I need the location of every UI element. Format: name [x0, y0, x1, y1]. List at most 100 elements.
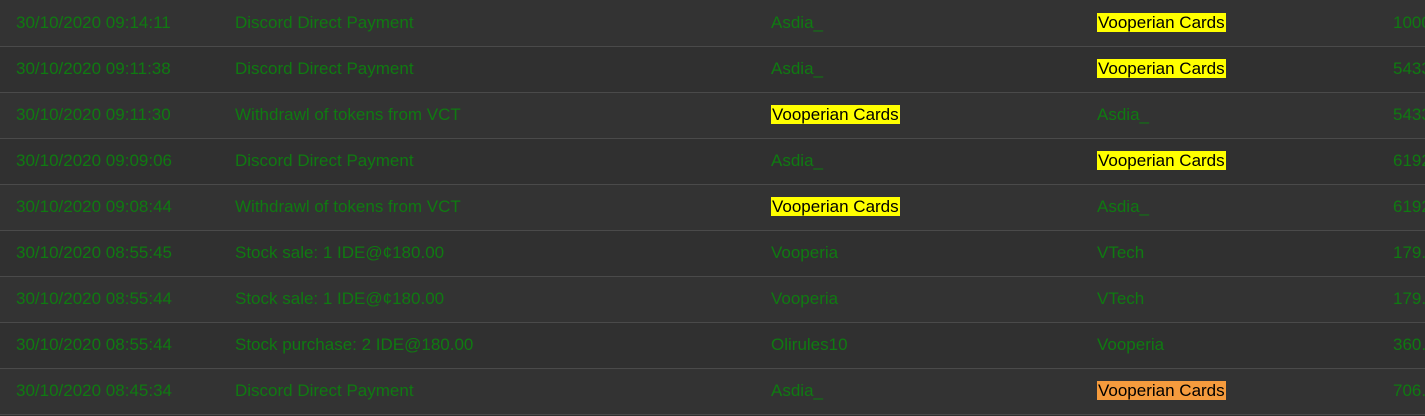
transaction-recipient-cell: Vooperian Cards — [1081, 368, 1379, 414]
transaction-description: Discord Direct Payment — [235, 12, 414, 32]
transaction-recipient: Vooperia — [1097, 335, 1165, 354]
transaction-description-cell: Stock purchase: 2 IDE@180.00 — [221, 322, 755, 368]
transaction-amount: 360.0 — [1393, 335, 1425, 354]
transaction-description: Withdrawl of tokens from VCT — [235, 197, 461, 216]
transaction-recipient: Vooperian Cards — [1097, 151, 1226, 170]
transaction-recipient-cell: VTech — [1081, 276, 1379, 322]
transaction-description-cell: Stock sale: 1 IDE@¢180.00 — [221, 276, 755, 322]
transaction-timestamp: 30/10/2020 09:14:11 — [16, 12, 171, 32]
transaction-description: Discord Direct Payment — [235, 151, 414, 170]
transaction-timestamp-cell: 30/10/2020 09:11:30 — [0, 92, 221, 138]
transaction-amount: 54333.0 — [1393, 59, 1425, 78]
transaction-description: Stock sale: 1 IDE@¢180.00 — [235, 289, 445, 308]
transaction-timestamp: 30/10/2020 08:55:44 — [16, 289, 172, 308]
transaction-sender: Asdia_ — [771, 151, 823, 170]
transaction-description-cell: Discord Direct Payment — [221, 46, 755, 92]
transaction-amount: 706.0 — [1393, 381, 1425, 400]
transaction-timestamp-cell: 30/10/2020 09:08:44 — [0, 184, 221, 230]
transaction-timestamp: 30/10/2020 08:55:45 — [16, 243, 172, 262]
transaction-timestamp-cell: 30/10/2020 08:55:44 — [0, 276, 221, 322]
transaction-recipient: Asdia_ — [1097, 197, 1149, 216]
transaction-sender: Vooperia — [771, 243, 839, 262]
transaction-amount-cell: 54333.0 — [1379, 46, 1425, 92]
transaction-sender-cell: Vooperia — [755, 230, 1081, 276]
transaction-recipient: Vooperian Cards — [1097, 381, 1226, 400]
transaction-amount: 6192.0 — [1393, 151, 1425, 170]
transaction-description: Withdrawl of tokens from VCT — [235, 105, 461, 124]
transaction-sender-cell: Asdia_ — [755, 46, 1081, 92]
transaction-timestamp: 30/10/2020 09:08:44 — [16, 197, 172, 216]
transaction-row[interactable]: 30/10/2020 09:09:06 Discord Direct Paymen… — [0, 138, 1425, 184]
transaction-timestamp: 30/10/2020 09:11:30 — [16, 105, 171, 124]
transaction-description: Stock sale: 1 IDE@¢180.00 — [235, 243, 445, 262]
transaction-timestamp-cell: 30/10/2020 09:09:06 — [0, 138, 221, 184]
transaction-sender-cell: Vooperia — [755, 276, 1081, 322]
transaction-timestamp: 30/10/2020 09:11:38 — [16, 59, 171, 78]
transaction-recipient-cell: Vooperia — [1081, 322, 1379, 368]
transaction-sender: Asdia_ — [771, 59, 823, 78]
transaction-row[interactable]: 30/10/2020 09:14:11 Discord Direct Paymen… — [0, 0, 1425, 46]
transaction-sender: Asdia_ — [771, 381, 823, 400]
transaction-amount-cell: 179.82 — [1379, 230, 1425, 276]
transaction-recipient-cell: Vooperian Cards — [1081, 0, 1379, 46]
transactions-table: 30/10/2020 09:14:11 Discord Direct Paymen… — [0, 0, 1425, 415]
transaction-row[interactable]: 30/10/2020 08:45:34 Discord Direct Paymen… — [0, 368, 1425, 414]
transaction-timestamp: 30/10/2020 09:09:06 — [16, 151, 172, 170]
transaction-recipient: VTech — [1097, 289, 1145, 308]
transaction-amount-cell: 179.82 — [1379, 276, 1425, 322]
transaction-amount-cell: 6192.0 — [1379, 138, 1425, 184]
transaction-recipient-cell: Asdia_ — [1081, 92, 1379, 138]
transaction-sender: Vooperian Cards — [771, 105, 900, 124]
transaction-sender-cell: Vooperian Cards — [755, 92, 1081, 138]
transaction-amount-cell: 360.0 — [1379, 322, 1425, 368]
transaction-amount: 6192.0 — [1393, 197, 1425, 216]
transaction-sender: Vooperian Cards — [771, 197, 900, 216]
transaction-timestamp: 30/10/2020 08:45:34 — [16, 381, 172, 400]
transaction-row[interactable]: 30/10/2020 09:11:30 Withdrawl of tokens f… — [0, 92, 1425, 138]
transaction-timestamp-cell: 30/10/2020 09:14:11 — [0, 0, 221, 46]
transaction-timestamp: 30/10/2020 08:55:44 — [16, 335, 172, 354]
transaction-sender-cell: Olirules10 — [755, 322, 1081, 368]
transaction-description: Discord Direct Payment — [235, 381, 414, 400]
transaction-row[interactable]: 30/10/2020 08:55:44 Stock sale: 1 IDE@¢18… — [0, 276, 1425, 322]
transaction-recipient: VTech — [1097, 243, 1145, 262]
transaction-row[interactable]: 30/10/2020 08:55:45 Stock sale: 1 IDE@¢18… — [0, 230, 1425, 276]
transaction-sender: Olirules10 — [771, 335, 848, 354]
transaction-recipient-cell: Vooperian Cards — [1081, 46, 1379, 92]
transaction-sender: Vooperia — [771, 289, 839, 308]
transaction-recipient: Vooperian Cards — [1097, 12, 1226, 32]
transaction-amount-cell: 706.0 — [1379, 368, 1425, 414]
transaction-amount-cell: 10000.0 — [1379, 0, 1425, 46]
transaction-amount-cell: 6192.0 — [1379, 184, 1425, 230]
transaction-timestamp-cell: 30/10/2020 09:11:38 — [0, 46, 221, 92]
transaction-recipient: Asdia_ — [1097, 105, 1149, 124]
transaction-sender-cell: Asdia_ — [755, 368, 1081, 414]
transaction-recipient-cell: Asdia_ — [1081, 184, 1379, 230]
transaction-recipient: Vooperian Cards — [1097, 59, 1226, 78]
transaction-timestamp-cell: 30/10/2020 08:55:44 — [0, 322, 221, 368]
transaction-amount-cell: 54333.0 — [1379, 92, 1425, 138]
transaction-description-cell: Withdrawl of tokens from VCT — [221, 184, 755, 230]
transaction-description-cell: Stock sale: 1 IDE@¢180.00 — [221, 230, 755, 276]
transaction-amount: 10000.0 — [1393, 12, 1425, 32]
transaction-row[interactable]: 30/10/2020 09:11:38 Discord Direct Paymen… — [0, 46, 1425, 92]
transactions-body: 30/10/2020 09:14:11 Discord Direct Paymen… — [0, 0, 1425, 414]
transaction-timestamp-cell: 30/10/2020 08:55:45 — [0, 230, 221, 276]
transaction-row[interactable]: 30/10/2020 09:08:44 Withdrawl of tokens f… — [0, 184, 1425, 230]
transaction-amount: 179.82 — [1393, 243, 1425, 262]
transaction-sender-cell: Asdia_ — [755, 138, 1081, 184]
transaction-description-cell: Discord Direct Payment — [221, 368, 755, 414]
transaction-amount: 179.82 — [1393, 289, 1425, 308]
transaction-row[interactable]: 30/10/2020 08:55:44 Stock purchase: 2 IDE… — [0, 322, 1425, 368]
transaction-recipient-cell: Vooperian Cards — [1081, 138, 1379, 184]
transaction-sender: Asdia_ — [771, 12, 823, 32]
transaction-recipient-cell: VTech — [1081, 230, 1379, 276]
transaction-description: Stock purchase: 2 IDE@180.00 — [235, 335, 474, 354]
transaction-description-cell: Withdrawl of tokens from VCT — [221, 92, 755, 138]
transaction-description-cell: Discord Direct Payment — [221, 138, 755, 184]
transaction-sender-cell: Asdia_ — [755, 0, 1081, 46]
transaction-description: Discord Direct Payment — [235, 59, 414, 78]
transaction-description-cell: Discord Direct Payment — [221, 0, 755, 46]
transaction-amount: 54333.0 — [1393, 105, 1425, 124]
transaction-sender-cell: Vooperian Cards — [755, 184, 1081, 230]
